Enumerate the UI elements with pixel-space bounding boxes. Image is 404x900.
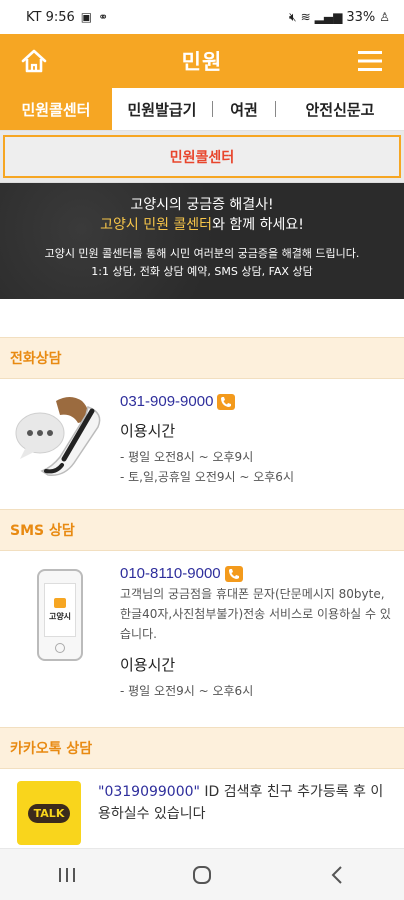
mute-icon: 🔇︎ — [289, 10, 297, 24]
telephone-bubble-icon — [15, 397, 101, 476]
sms-phone-image: 고양시 — [0, 565, 120, 727]
system-nav-bar — [0, 848, 404, 900]
sms-number-link[interactable]: 010-8110-9000 — [120, 565, 221, 582]
hamburger-menu-icon — [358, 51, 382, 71]
spacer — [0, 299, 404, 337]
signal-icon: ▂▄▆ — [314, 10, 343, 24]
mobile-phone-icon: 고양시 — [37, 569, 83, 661]
tab-bar: 민원콜센터 민원발급기 여권 안전신문고 — [0, 88, 404, 131]
banner-line-1: 고양시의 궁금증 해결사! — [130, 197, 274, 213]
tab-kiosk[interactable]: 민원발급기 — [112, 88, 212, 130]
recent-apps-button[interactable] — [37, 855, 97, 895]
link-icon: ⚭ — [98, 10, 109, 24]
banner-highlight: 고양시 민원 콜센터 — [100, 217, 213, 233]
kakao-instructions: "0319099000" ID 검색후 친구 추가등록 후 이용하실수 있습니다 — [98, 781, 404, 845]
call-icon[interactable] — [217, 393, 236, 410]
kakao-section-body: TALK "0319099000" ID 검색후 친구 추가등록 후 이용하실수… — [0, 769, 404, 845]
sms-section-title: SMS 상담 — [0, 509, 404, 551]
sms-hours-title: 이용시간 — [120, 656, 176, 674]
subbar-wrap: 민원콜센터 — [0, 131, 404, 183]
home-circle-icon — [192, 865, 211, 884]
sms-hours-weekday: - 평일 오전9시 ~ 오후6시 — [120, 684, 254, 698]
status-bar: KT 9:56 ▣ ⚭ 🔇︎ ≋ ▂▄▆ 33% ♙ — [0, 0, 404, 34]
intro-banner: 고양시의 궁금증 해결사! 고양시 민원 콜센터와 함께 하세요! 고양시 민원… — [0, 183, 404, 299]
phone-screen-text: 고양시 — [48, 612, 72, 621]
phone-section-body: 031-909-9000 이용시간 - 평일 오전8시 ~ 오후9시 - 토,일… — [0, 379, 404, 509]
menu-button[interactable] — [350, 41, 390, 81]
recent-apps-icon — [59, 867, 76, 882]
tab-call-center[interactable]: 민원콜센터 — [0, 88, 112, 130]
banner-line-2-rest: 와 함께 하세요! — [212, 217, 304, 233]
phone-screen: 고양시 — [44, 583, 76, 637]
sms-description: 고객님의 궁금점을 휴대폰 문자(단문메시지 80byte,한글40자,사진첨부… — [120, 587, 391, 641]
status-time: KT 9:56 — [26, 9, 75, 25]
home-button[interactable] — [14, 41, 54, 81]
sms-section-body: 고양시 010-8110-9000 고객님의 궁금점을 휴대폰 문자(단문메시지… — [0, 551, 404, 727]
banner-line-2: 고양시 민원 콜센터와 함께 하세요! — [0, 215, 404, 235]
phone-hours-weekend: - 토,일,공휴일 오전9시 ~ 오후6시 — [120, 470, 294, 484]
city-logo-icon — [54, 598, 66, 608]
tab-safety-report[interactable]: 안전신문고 — [276, 88, 404, 130]
banner-line-3: 고양시 민원 콜센터를 통해 시민 여러분의 궁금증을 해결해 드립니다. — [44, 247, 360, 260]
tab-passport[interactable]: 여권 — [213, 88, 275, 130]
kakao-section-title: 카카오톡 상담 — [0, 727, 404, 769]
kakao-id: "0319099000" — [98, 784, 200, 800]
sub-tab-call-center[interactable]: 민원콜센터 — [3, 135, 401, 178]
page-title: 민원 — [181, 50, 223, 74]
kakao-logo-wrap: TALK — [0, 781, 98, 845]
gallery-icon: ▣ — [80, 10, 93, 24]
home-icon — [21, 49, 47, 73]
back-chevron-icon — [331, 865, 342, 884]
phone-hours-title: 이용시간 — [120, 422, 176, 440]
back-button[interactable] — [307, 855, 367, 895]
kakaotalk-logo-icon: TALK — [17, 781, 81, 845]
phone-home-button — [55, 643, 65, 653]
person-icon: ♙ — [379, 10, 390, 24]
phone-consult-image — [0, 393, 120, 509]
home-nav-button[interactable] — [172, 855, 232, 895]
app-header: 민원 — [0, 34, 404, 88]
kakaotalk-logo-text: TALK — [27, 803, 71, 823]
call-icon[interactable] — [224, 565, 243, 582]
banner-line-4: 1:1 상담, 전화 상담 예약, SMS 상담, FAX 상담 — [91, 265, 313, 278]
phone-number-link[interactable]: 031-909-9000 — [120, 393, 213, 410]
phone-hours-weekday: - 평일 오전8시 ~ 오후9시 — [120, 450, 254, 464]
battery-percent: 33% — [346, 9, 376, 25]
phone-section-title: 전화상담 — [0, 337, 404, 379]
wifi-icon: ≋ — [300, 10, 311, 24]
